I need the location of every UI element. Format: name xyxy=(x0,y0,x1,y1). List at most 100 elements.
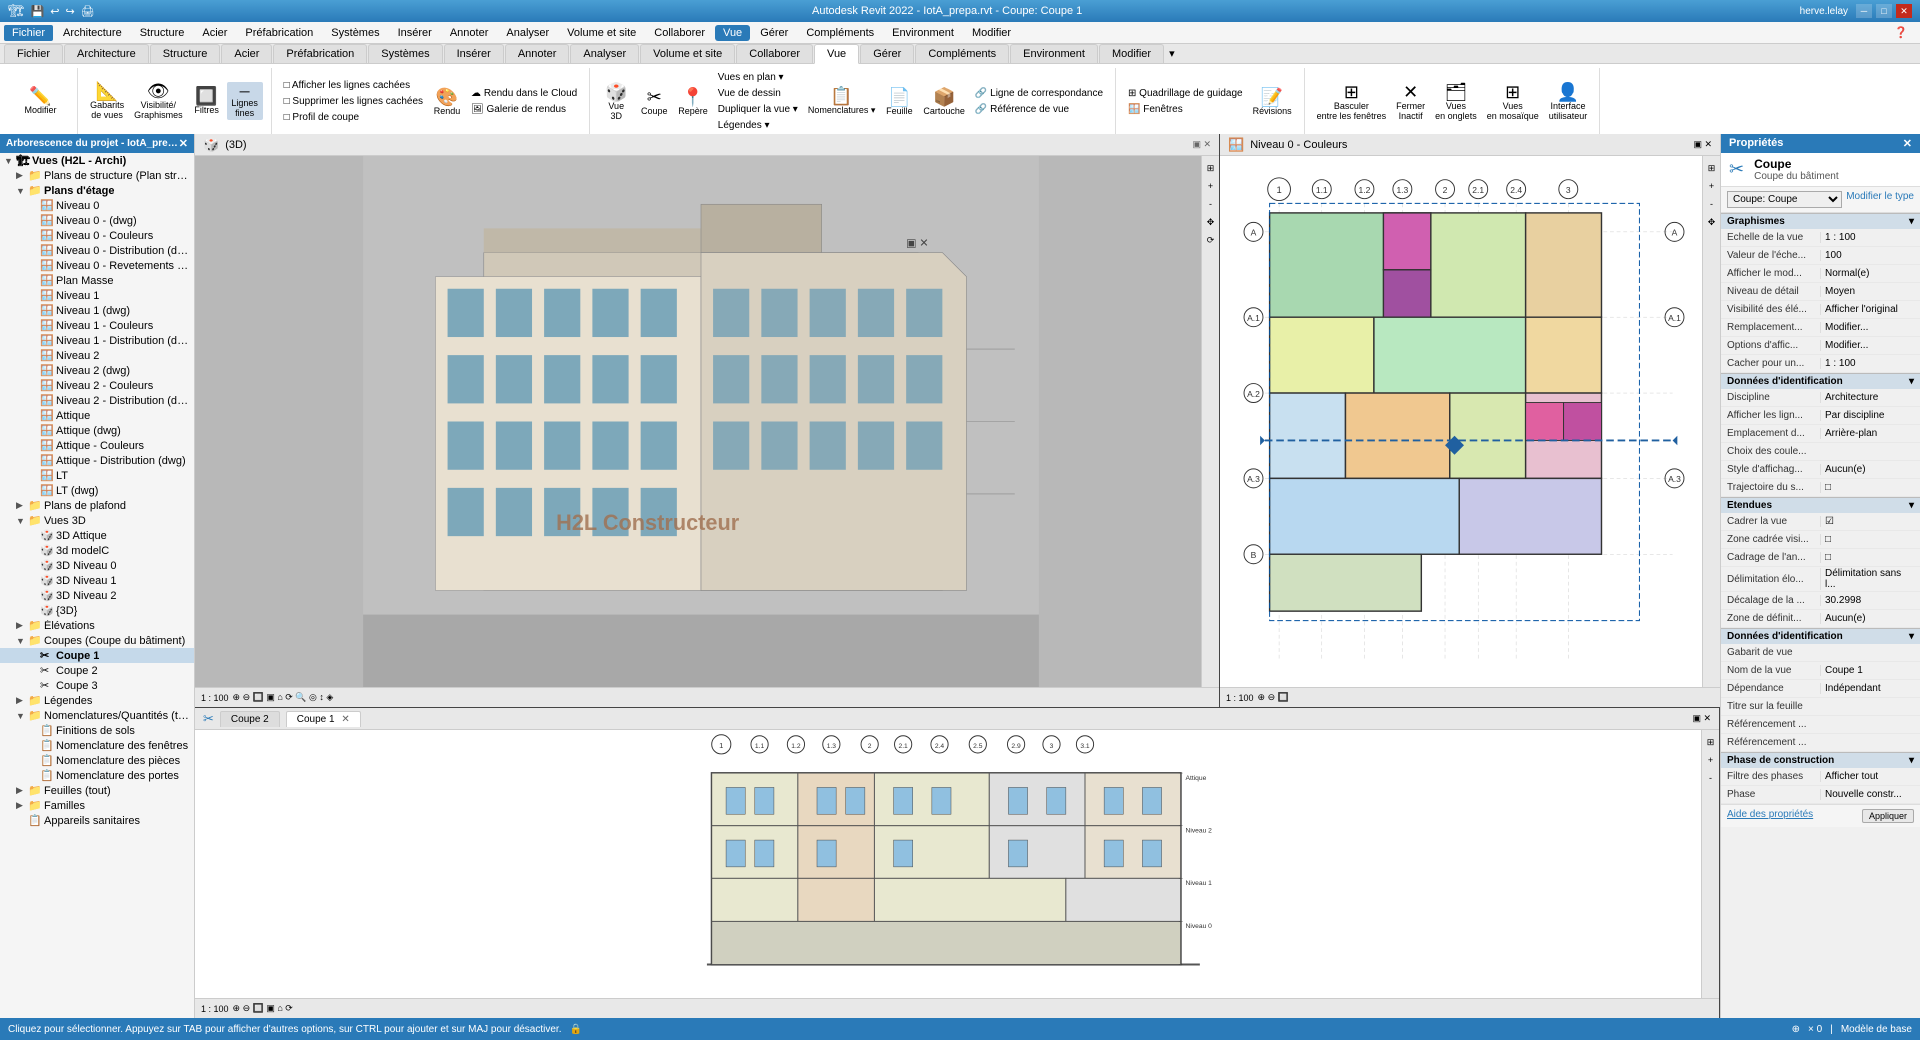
view-section-zoom-fit[interactable]: ⊞ xyxy=(1703,734,1719,750)
close-button[interactable]: ✕ xyxy=(1896,4,1912,18)
view-floor-content[interactable]: 1 1.1 1.2 1.3 2 2.1 2.4 3 xyxy=(1220,156,1708,687)
ribbon-btn-vues-plan[interactable]: Vues en plan ▾ xyxy=(714,70,802,85)
prop-row-value[interactable]: Coupe 1 xyxy=(1820,665,1914,676)
prop-help-link[interactable]: Aide des propriétés xyxy=(1727,809,1813,823)
tree-item[interactable]: 📋Nomenclature des portes xyxy=(0,768,194,783)
menu-complements[interactable]: Compléments xyxy=(798,25,882,41)
prop-row-value[interactable]: Aucun(e) xyxy=(1820,613,1914,624)
view-3d-pan[interactable]: ✥ xyxy=(1203,214,1219,230)
ribbon-btn-revisions[interactable]: 📝 Révisions xyxy=(1249,86,1296,118)
ribbon-btn-interface[interactable]: 👤 Interfaceutilisateur xyxy=(1545,81,1592,123)
quick-access-print[interactable]: 🖨 xyxy=(81,5,95,18)
tree-item[interactable]: 🪟Attique (dwg) xyxy=(0,423,194,438)
prop-row-value[interactable]: Indépendant xyxy=(1820,683,1914,694)
menu-prefabrication[interactable]: Préfabrication xyxy=(237,25,321,41)
tab-vue[interactable]: Vue xyxy=(814,44,859,64)
prop-row-value[interactable]: 1 : 100 xyxy=(1820,232,1914,243)
ribbon-btn-supprimer-cachees[interactable]: □ Supprimer les lignes cachées xyxy=(280,94,427,109)
menu-fichier[interactable]: Fichier xyxy=(4,25,53,41)
tab-coupe1[interactable]: Coupe 1 ✕ xyxy=(286,711,361,727)
ribbon-btn-vues-mosaique[interactable]: ⊞ Vuesen mosaïque xyxy=(1483,81,1543,123)
quick-access-undo[interactable]: ↩ xyxy=(50,5,59,18)
ribbon-btn-rendu-cloud[interactable]: ☁ Rendu dans le Cloud xyxy=(467,86,581,101)
prop-row-value[interactable]: Afficher l'original xyxy=(1820,304,1914,315)
ribbon-btn-vues-onglets[interactable]: 🗂 Vuesen onglets xyxy=(1431,81,1481,123)
close-panel-icon[interactable]: ✕ xyxy=(179,137,188,150)
ribbon-btn-nomenclatures[interactable]: 📋 Nomenclatures ▾ xyxy=(804,85,880,118)
view-floor-pan[interactable]: ✥ xyxy=(1704,214,1720,230)
maximize-button[interactable]: □ xyxy=(1876,4,1892,18)
ribbon-btn-fenetres-comp[interactable]: 🪟 Fenêtres xyxy=(1124,102,1247,117)
menu-modifier[interactable]: Modifier xyxy=(964,25,1019,41)
ribbon-btn-repere[interactable]: 📍 Repère xyxy=(674,86,712,118)
tree-item[interactable]: 📋Appareils sanitaires xyxy=(0,813,194,828)
prop-row-value[interactable]: Par discipline xyxy=(1820,410,1914,421)
tree-item[interactable]: ▶📁Légendes xyxy=(0,693,194,708)
tree-item[interactable]: 🎲3D Niveau 2 xyxy=(0,588,194,603)
prop-row-value[interactable]: Moyen xyxy=(1820,286,1914,297)
ribbon-btn-visibilite[interactable]: 👁 Visibilité/Graphismes xyxy=(130,80,187,122)
tree-item[interactable]: ▼🏗Vues (H2L - Archi) xyxy=(0,153,194,168)
tree-item[interactable]: 🪟Niveau 1 - Distribution (dwg) xyxy=(0,333,194,348)
tree-item[interactable]: 🪟Attique - Couleurs xyxy=(0,438,194,453)
menu-vue[interactable]: Vue xyxy=(715,25,750,41)
tab-volume[interactable]: Volume et site xyxy=(640,44,735,63)
menu-volume[interactable]: Volume et site xyxy=(559,25,644,41)
prop-section-header-3[interactable]: Données d'identification▾ xyxy=(1721,628,1920,644)
ribbon-btn-modifier[interactable]: ✏️ Modifier xyxy=(21,85,61,117)
tree-item[interactable]: 🪟Niveau 0 - Couleurs xyxy=(0,228,194,243)
ribbon-btn-feuille[interactable]: 📄 Feuille xyxy=(881,86,917,118)
ribbon-btn-lignes-fines[interactable]: ─ Lignesfines xyxy=(227,82,263,120)
tree-item[interactable]: 🪟Niveau 1 (dwg) xyxy=(0,303,194,318)
ribbon-btn-reference-vue[interactable]: 🔗 Référence de vue xyxy=(971,102,1107,117)
prop-row-value[interactable]: Aucun(e) xyxy=(1820,464,1914,475)
prop-row-value[interactable]: Délimitation sans l... xyxy=(1820,568,1914,590)
tree-item[interactable]: 🪟Plan Masse xyxy=(0,273,194,288)
menu-collaborer[interactable]: Collaborer xyxy=(646,25,713,41)
prop-row-value[interactable]: □ xyxy=(1820,482,1914,493)
tab-inserer[interactable]: Insérer xyxy=(444,44,504,63)
prop-row-value[interactable]: Afficher tout xyxy=(1820,771,1914,782)
tree-item[interactable]: 🪟Niveau 2 (dwg) xyxy=(0,363,194,378)
view-section-content[interactable]: 1 1.1 1.2 1.3 2 2.1 2.4 2 xyxy=(195,730,1707,998)
tab-coupe2[interactable]: Coupe 2 xyxy=(220,711,280,727)
menu-systemes[interactable]: Systèmes xyxy=(323,25,387,41)
tree-item[interactable]: ▼📁Nomenclatures/Quantités (tout) xyxy=(0,708,194,723)
view-section-zoom-out[interactable]: - xyxy=(1703,770,1719,786)
menu-analyser[interactable]: Analyser xyxy=(498,25,557,41)
tab-collaborer[interactable]: Collaborer xyxy=(736,44,813,63)
menu-architecture[interactable]: Architecture xyxy=(55,25,130,41)
tree-item[interactable]: 📋Finitions de sols xyxy=(0,723,194,738)
prop-section-header-4[interactable]: Phase de construction▾ xyxy=(1721,752,1920,768)
tab-fichier[interactable]: Fichier xyxy=(4,44,63,63)
menu-gerer[interactable]: Gérer xyxy=(752,25,796,41)
tab-prefabrication[interactable]: Préfabrication xyxy=(273,44,367,63)
view-3d-zoom-out[interactable]: - xyxy=(1203,196,1219,212)
help-button[interactable]: ❓ xyxy=(1886,24,1916,41)
ribbon-btn-galerie[interactable]: 🖼 Galerie de rendus xyxy=(467,102,581,117)
tab-acier[interactable]: Acier xyxy=(221,44,272,63)
prop-row-value[interactable]: 1 : 100 xyxy=(1820,358,1914,369)
tree-item[interactable]: 🪟Niveau 2 - Distribution (dwg) xyxy=(0,393,194,408)
tab-annoter[interactable]: Annoter xyxy=(505,44,570,63)
prop-row-value[interactable]: Nouvelle constr... xyxy=(1820,789,1914,800)
prop-section-header-0[interactable]: Graphismes▾ xyxy=(1721,213,1920,229)
view-3d-content[interactable]: H2L Constructeur ▣ ✕ xyxy=(195,156,1207,687)
ribbon-btn-profil-coupe[interactable]: □ Profil de coupe xyxy=(280,110,427,125)
tab-environment[interactable]: Environment xyxy=(1010,44,1098,63)
tree-item[interactable]: ▶📁Familles xyxy=(0,798,194,813)
prop-row-value[interactable]: □ xyxy=(1820,534,1914,545)
tree-item[interactable]: ▶📁Feuilles (tout) xyxy=(0,783,194,798)
tree-item[interactable]: ▼📁Vues 3D xyxy=(0,513,194,528)
prop-row-value[interactable]: Architecture xyxy=(1820,392,1914,403)
prop-row-value[interactable]: 30.2998 xyxy=(1820,595,1914,606)
prop-modify-type[interactable]: Modifier le type xyxy=(1846,191,1914,208)
quick-access-save[interactable]: 💾 xyxy=(31,5,45,18)
menu-annoter[interactable]: Annoter xyxy=(442,25,497,41)
view-floor-zoom-out[interactable]: - xyxy=(1704,196,1720,212)
tree-item[interactable]: 🪟Niveau 2 xyxy=(0,348,194,363)
tab-structure[interactable]: Structure xyxy=(150,44,221,63)
tree-item[interactable]: ▼📁Plans d'étage xyxy=(0,183,194,198)
tree-item[interactable]: ✂Coupe 1 xyxy=(0,648,194,663)
quick-access-redo[interactable]: ↪ xyxy=(65,5,74,18)
